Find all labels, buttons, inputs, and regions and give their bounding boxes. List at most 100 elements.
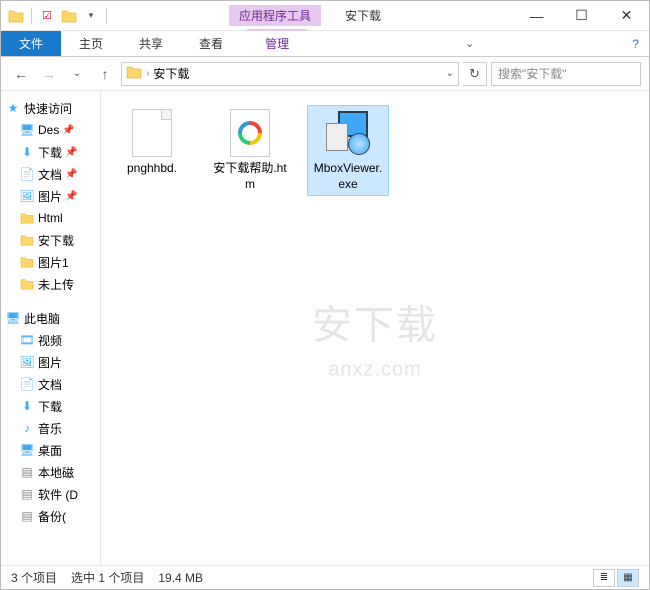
icons-view-button[interactable]: ▦ bbox=[617, 569, 639, 587]
folder-icon bbox=[19, 210, 35, 226]
minimize-button[interactable]: — bbox=[514, 1, 559, 31]
file-label: pnghhbd. bbox=[127, 161, 177, 177]
help-icon[interactable]: ? bbox=[632, 31, 649, 56]
tab-file[interactable]: 文件 bbox=[1, 31, 61, 56]
tree-label: 本地磁 bbox=[38, 464, 74, 481]
tree-label: 下载 bbox=[38, 144, 62, 161]
tree-item[interactable]: 🖼图片📌 bbox=[1, 185, 100, 207]
tree-label: 音乐 bbox=[38, 420, 62, 437]
document-icon: 📄 bbox=[19, 166, 35, 182]
tree-label: 文档 bbox=[38, 376, 62, 393]
tree-quick-access[interactable]: ★ 快速访问 bbox=[1, 97, 100, 119]
folder-icon bbox=[19, 276, 35, 292]
picture-icon: 🖼 bbox=[19, 188, 35, 204]
forward-button[interactable]: → bbox=[37, 62, 61, 86]
selection-count: 选中 1 个项目 bbox=[71, 569, 144, 586]
details-view-button[interactable]: ≣ bbox=[593, 569, 615, 587]
tree-item[interactable]: 🖥桌面 bbox=[1, 439, 100, 461]
folder-icon bbox=[19, 232, 35, 248]
tree-item[interactable]: 📄文档📌 bbox=[1, 163, 100, 185]
tree-this-pc[interactable]: 🖥 此电脑 bbox=[1, 307, 100, 329]
address-bar: ← → ⌄ ↑ › 安下载 ⌄ ↻ 搜索"安下载" bbox=[1, 57, 649, 91]
tree-label: 此电脑 bbox=[24, 310, 60, 327]
status-bar: 3 个项目 选中 1 个项目 19.4 MB ≣ ▦ bbox=[1, 565, 649, 589]
dropdown-icon[interactable]: ▾ bbox=[82, 7, 100, 25]
tab-manage[interactable]: 管理 bbox=[247, 29, 307, 56]
file-icon bbox=[324, 109, 372, 157]
pc-icon: 🖥 bbox=[5, 310, 21, 326]
title-bar: ☑ ▾ 应用程序工具 安下载 — ☐ ✕ bbox=[1, 1, 649, 31]
navigation-pane[interactable]: ★ 快速访问 🖥Des📌⬇下载📌📄文档📌🖼图片📌Html安下载图片1未上传 🖥 … bbox=[1, 91, 101, 565]
tree-item[interactable]: ▤软件 (D bbox=[1, 483, 100, 505]
file-list[interactable]: pnghhbd. 安下载帮助.htm MboxViewer.exe 安下载 anxz… bbox=[101, 91, 649, 565]
tab-share[interactable]: 共享 bbox=[121, 31, 181, 56]
tree-label: 图片 bbox=[38, 188, 62, 205]
window-controls: — ☐ ✕ bbox=[514, 1, 649, 31]
file-item[interactable]: MboxViewer.exe bbox=[307, 105, 389, 196]
pin-icon: 📌 bbox=[65, 191, 77, 202]
tree-label: 备份( bbox=[38, 508, 66, 525]
folder-icon[interactable] bbox=[7, 7, 25, 25]
window-title: 安下载 bbox=[345, 7, 381, 24]
ribbon-expand-icon[interactable]: ⌄ bbox=[455, 31, 484, 56]
search-input[interactable]: 搜索"安下载" bbox=[491, 62, 641, 86]
file-item[interactable]: pnghhbd. bbox=[111, 105, 193, 196]
tree-label: 文档 bbox=[38, 166, 62, 183]
watermark: 安下载 anxz.com bbox=[312, 292, 438, 381]
download-icon: ⬇ bbox=[19, 398, 35, 414]
selection-size: 19.4 MB bbox=[158, 571, 203, 585]
tab-home[interactable]: 主页 bbox=[61, 31, 121, 56]
breadcrumb[interactable]: › 安下载 ⌄ bbox=[121, 62, 459, 86]
chevron-right-icon[interactable]: › bbox=[146, 68, 149, 79]
contextual-tab-header: 应用程序工具 bbox=[229, 5, 321, 26]
ribbon-tabs: 文件 主页 共享 查看 管理 ⌄ ? bbox=[1, 31, 649, 57]
tab-view[interactable]: 查看 bbox=[181, 31, 241, 56]
tree-label: 下载 bbox=[38, 398, 62, 415]
up-button[interactable]: ↑ bbox=[93, 62, 117, 86]
tree-item[interactable]: 🎞视频 bbox=[1, 329, 100, 351]
search-placeholder: 搜索"安下载" bbox=[498, 65, 567, 82]
divider bbox=[106, 8, 107, 24]
tree-label: Des bbox=[38, 123, 59, 137]
folder-icon bbox=[126, 65, 142, 82]
tree-item[interactable]: 安下载 bbox=[1, 229, 100, 251]
download-icon: ⬇ bbox=[19, 144, 35, 160]
music-icon: ♪ bbox=[19, 420, 35, 436]
file-label: MboxViewer.exe bbox=[311, 161, 385, 192]
tree-item[interactable]: Html bbox=[1, 207, 100, 229]
tree-item[interactable]: 🖥Des📌 bbox=[1, 119, 100, 141]
tree-label: Html bbox=[38, 211, 63, 225]
chevron-down-icon[interactable]: ⌄ bbox=[446, 68, 454, 79]
tree-item[interactable]: ⬇下载📌 bbox=[1, 141, 100, 163]
star-icon: ★ bbox=[5, 100, 21, 116]
recent-dropdown-icon[interactable]: ⌄ bbox=[65, 62, 89, 86]
file-item[interactable]: 安下载帮助.htm bbox=[209, 105, 291, 196]
tree-item[interactable]: 📄文档 bbox=[1, 373, 100, 395]
maximize-button[interactable]: ☐ bbox=[559, 1, 604, 31]
checkbox-icon[interactable]: ☑ bbox=[38, 7, 56, 25]
tree-label: 未上传 bbox=[38, 276, 74, 293]
file-icon bbox=[128, 109, 176, 157]
document-icon: 📄 bbox=[19, 376, 35, 392]
pin-icon: 📌 bbox=[65, 147, 77, 158]
tree-label: 图片 bbox=[38, 354, 62, 371]
item-count: 3 个项目 bbox=[11, 569, 57, 586]
tree-item[interactable]: 未上传 bbox=[1, 273, 100, 295]
tree-item[interactable]: ▤备份( bbox=[1, 505, 100, 527]
file-icon bbox=[226, 109, 274, 157]
pin-icon: 📌 bbox=[65, 169, 77, 180]
video-icon: 🎞 bbox=[19, 332, 35, 348]
tree-item[interactable]: 🖼图片 bbox=[1, 351, 100, 373]
tree-item[interactable]: ▤本地磁 bbox=[1, 461, 100, 483]
folder-icon[interactable] bbox=[60, 7, 78, 25]
refresh-button[interactable]: ↻ bbox=[463, 62, 487, 86]
breadcrumb-item[interactable]: 安下载 bbox=[153, 65, 189, 82]
folder-icon bbox=[19, 254, 35, 270]
disk-icon: ▤ bbox=[19, 486, 35, 502]
divider bbox=[31, 8, 32, 24]
close-button[interactable]: ✕ bbox=[604, 1, 649, 31]
back-button[interactable]: ← bbox=[9, 62, 33, 86]
tree-item[interactable]: ⬇下载 bbox=[1, 395, 100, 417]
tree-item[interactable]: 图片1 bbox=[1, 251, 100, 273]
tree-item[interactable]: ♪音乐 bbox=[1, 417, 100, 439]
